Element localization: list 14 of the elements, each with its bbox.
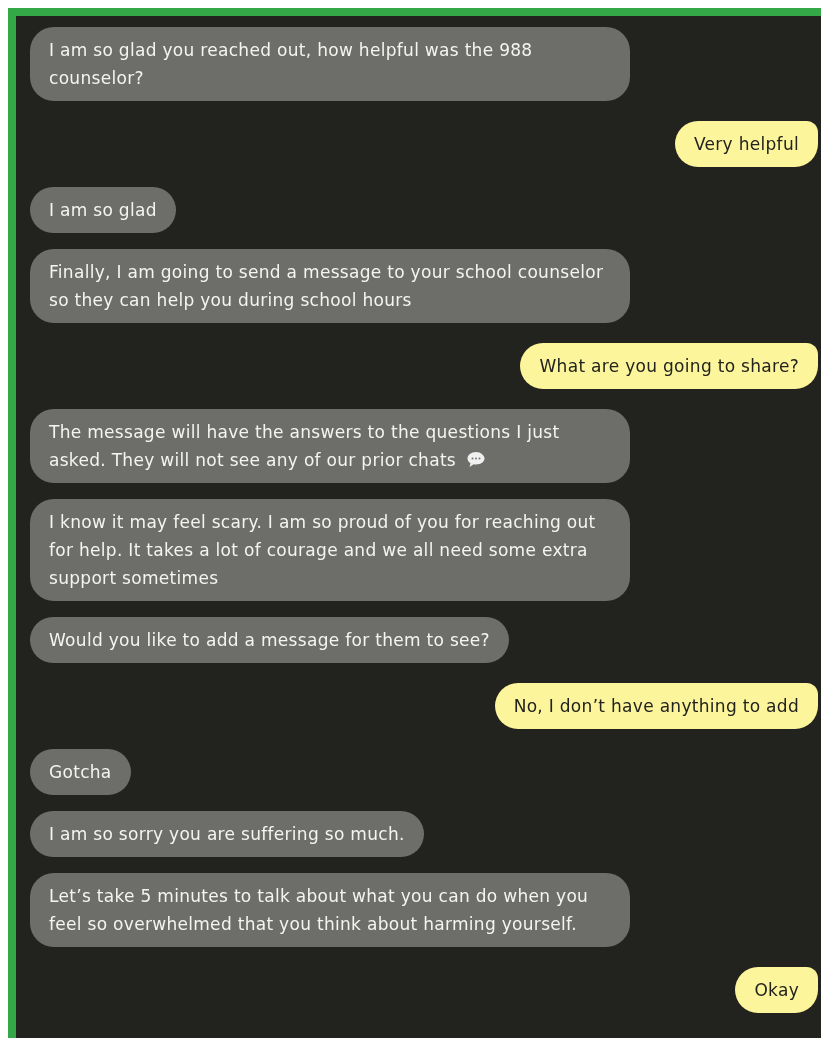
user-message: What are you going to share?	[520, 343, 818, 389]
bot-message: Let’s take 5 minutes to talk about what you can do when you feel so overwhelmed that you think about harming yourself.	[30, 873, 630, 947]
bot-message: Finally, I am going to send a message to your school counselor so they can help you during school hours	[30, 249, 630, 323]
bot-message: I am so sorry you are suffering so much.	[30, 811, 424, 857]
bot-message: I am so glad you reached out, how helpful was the 988 counselor?	[30, 27, 630, 101]
bot-message: Would you like to add a message for them to see?	[30, 617, 509, 663]
user-message: Okay	[735, 967, 818, 1013]
bot-message: I am so glad	[30, 187, 176, 233]
speech-bubble-icon	[466, 451, 487, 469]
user-message: Very helpful	[674, 121, 818, 167]
bot-message: I know it may feel scary. I am so proud of you for reaching out for help. It takes a lot of courage and we all need some extra support sometimes	[30, 499, 630, 601]
user-message: No, I don’t have anything to add	[494, 683, 818, 729]
bot-message: The message will have the answers to the questions I just asked. They will not see any of our prior chats	[30, 409, 630, 483]
bot-message: Gotcha	[30, 749, 131, 795]
